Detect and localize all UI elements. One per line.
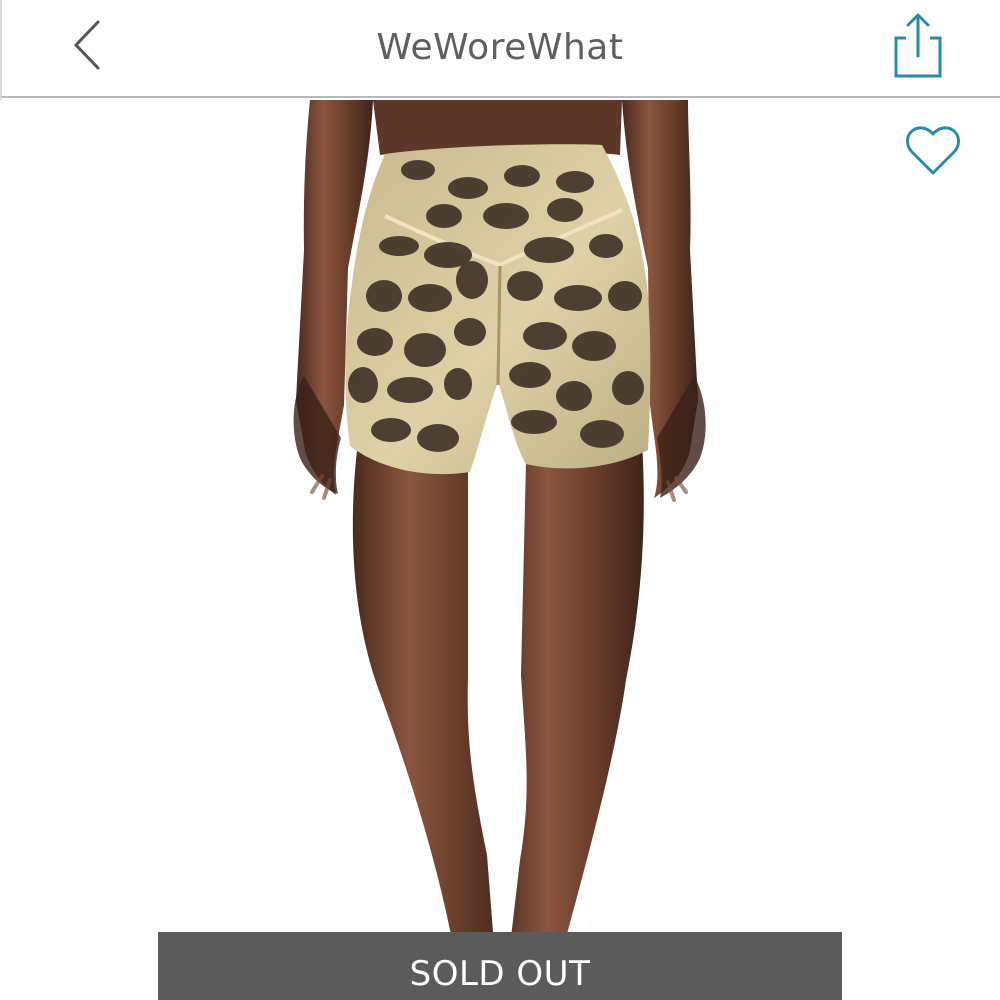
left-edge-divider [0,0,2,100]
sold-out-label: SOLD OUT [409,954,591,994]
page-title: WeWoreWhat [376,27,624,68]
top-navigation-bar: WeWoreWhat [0,0,1000,100]
share-button[interactable] [888,10,946,80]
product-detail-screen: WeWoreWhat SOLD OUT [0,0,1000,1000]
product-image[interactable] [0,100,1000,1000]
share-icon [894,13,942,78]
leopard-print-shorts-image [0,100,1000,1000]
chevron-left-icon [74,20,100,70]
sold-out-status-bar: SOLD OUT [158,932,842,1000]
favorite-button[interactable] [904,124,962,178]
heart-icon [906,126,960,175]
back-button[interactable] [68,16,110,74]
